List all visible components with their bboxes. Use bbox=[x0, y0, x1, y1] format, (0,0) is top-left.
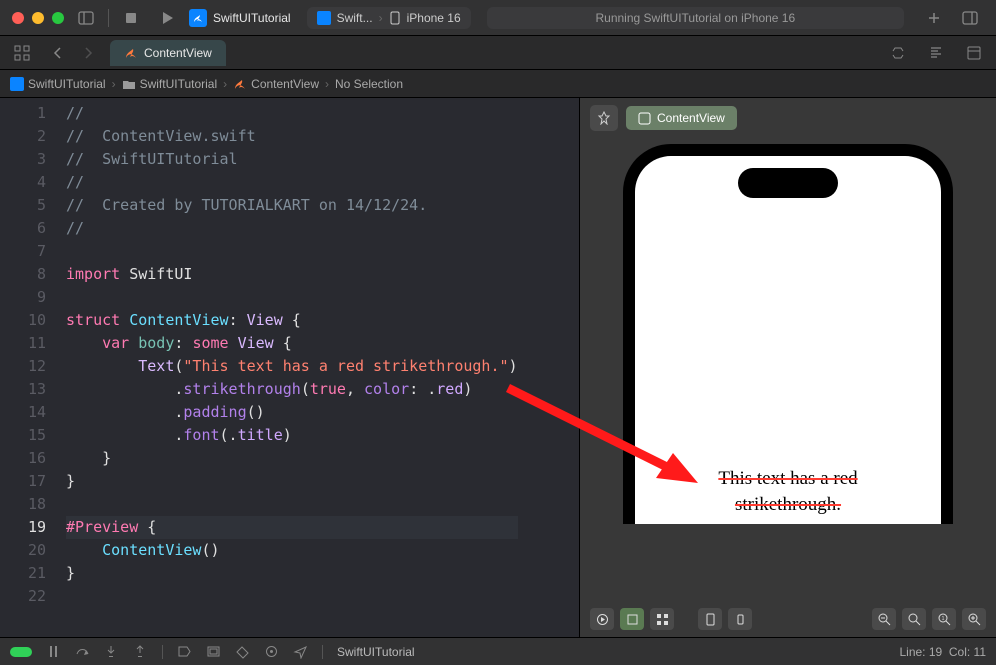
folder-icon bbox=[122, 77, 136, 91]
sidebar-toggle-icon[interactable] bbox=[72, 6, 100, 30]
preview-controls: 1 bbox=[580, 601, 996, 637]
step-in-icon[interactable] bbox=[104, 644, 119, 659]
chevron-right-icon: › bbox=[325, 77, 329, 91]
preview-canvas[interactable]: This text has a redstrikethrough. bbox=[580, 138, 996, 601]
debug-hierarchy-icon[interactable] bbox=[206, 644, 221, 659]
preview-toolbar: ContentView bbox=[580, 98, 996, 138]
window-close[interactable] bbox=[12, 12, 24, 24]
traffic-lights bbox=[12, 12, 64, 24]
crumb-file: ContentView bbox=[251, 77, 319, 91]
debug-bar: SwiftUITutorial Line: 19 Col: 11 bbox=[0, 637, 996, 665]
nav-forward-icon[interactable] bbox=[74, 41, 102, 65]
library-icon[interactable] bbox=[956, 6, 984, 30]
activity-status: Running SwiftUITutorial on iPhone 16 bbox=[487, 7, 904, 29]
project-label: SwiftUITutorial bbox=[213, 11, 291, 25]
env-overrides-icon[interactable] bbox=[264, 644, 279, 659]
preview-panel: ContentView This text has a redstrikethr… bbox=[580, 98, 996, 637]
device-settings-button[interactable] bbox=[698, 608, 722, 630]
crumb-selection: No Selection bbox=[335, 77, 403, 91]
step-over-icon[interactable] bbox=[75, 644, 90, 659]
preview-tab-label: ContentView bbox=[657, 111, 725, 125]
code-editor[interactable]: 12345678910111213141516171819202122 // /… bbox=[0, 98, 580, 637]
status-pill[interactable] bbox=[10, 647, 32, 657]
adjust-editor-icon[interactable] bbox=[960, 41, 988, 65]
crumb-project: SwiftUITutorial bbox=[28, 77, 106, 91]
orientation-button[interactable] bbox=[728, 608, 752, 630]
selectable-button[interactable] bbox=[620, 608, 644, 630]
pause-icon[interactable] bbox=[46, 644, 61, 659]
crumb-folder: SwiftUITutorial bbox=[140, 77, 218, 91]
recycle-icon[interactable] bbox=[884, 41, 912, 65]
tab-bar: ContentView bbox=[0, 36, 996, 70]
pin-button[interactable] bbox=[590, 105, 618, 131]
app-icon bbox=[189, 9, 207, 27]
preview-tab[interactable]: ContentView bbox=[626, 106, 737, 130]
tab-contentview[interactable]: ContentView bbox=[110, 40, 226, 66]
swift-file-icon bbox=[233, 77, 247, 91]
svg-text:1: 1 bbox=[941, 616, 944, 622]
chevron-right-icon: › bbox=[223, 77, 227, 91]
live-button[interactable] bbox=[590, 608, 614, 630]
dynamic-island bbox=[738, 168, 838, 198]
scheme-app: Swift... bbox=[337, 11, 373, 25]
swift-icon bbox=[317, 11, 331, 25]
titlebar: SwiftUITutorial Swift... › iPhone 16 Run… bbox=[0, 0, 996, 36]
tab-label: ContentView bbox=[144, 46, 212, 60]
breakpoint-icon[interactable] bbox=[177, 644, 192, 659]
nav-back-icon[interactable] bbox=[44, 41, 72, 65]
code-body: // // ContentView.swift // SwiftUITutori… bbox=[58, 98, 518, 637]
zoom-actual-icon[interactable]: 1 bbox=[932, 608, 956, 630]
memory-icon[interactable] bbox=[235, 644, 250, 659]
swift-file-icon bbox=[124, 46, 138, 60]
breadcrumb[interactable]: SwiftUITutorial › SwiftUITutorial › Cont… bbox=[0, 70, 996, 98]
chevron-right-icon: › bbox=[112, 77, 116, 91]
footer-project: SwiftUITutorial bbox=[337, 645, 415, 659]
location-icon[interactable] bbox=[293, 644, 308, 659]
window-minimize[interactable] bbox=[32, 12, 44, 24]
scheme-selector[interactable]: Swift... › iPhone 16 bbox=[307, 7, 471, 29]
device-icon bbox=[389, 11, 401, 25]
add-button[interactable] bbox=[920, 6, 948, 30]
project-icon bbox=[10, 77, 24, 91]
zoom-fit-icon[interactable] bbox=[902, 608, 926, 630]
related-items-icon[interactable] bbox=[8, 41, 36, 65]
cursor-location: Line: 19 Col: 11 bbox=[899, 645, 986, 659]
stop-button[interactable] bbox=[117, 6, 145, 30]
zoom-in-icon[interactable] bbox=[962, 608, 986, 630]
zoom-out-icon[interactable] bbox=[872, 608, 896, 630]
variants-button[interactable] bbox=[650, 608, 674, 630]
step-out-icon[interactable] bbox=[133, 644, 148, 659]
device-frame: This text has a redstrikethrough. bbox=[623, 144, 953, 524]
chevron-right-icon: › bbox=[379, 11, 383, 25]
project-name[interactable]: SwiftUITutorial bbox=[189, 9, 291, 27]
run-button[interactable] bbox=[153, 6, 181, 30]
window-zoom[interactable] bbox=[52, 12, 64, 24]
line-gutter: 12345678910111213141516171819202122 bbox=[0, 98, 58, 637]
minimap-icon[interactable] bbox=[922, 41, 950, 65]
preview-icon bbox=[638, 112, 651, 125]
main-area: 12345678910111213141516171819202122 // /… bbox=[0, 98, 996, 637]
scheme-device: iPhone 16 bbox=[407, 11, 461, 25]
rendered-text: This text has a redstrikethrough. bbox=[635, 466, 941, 518]
